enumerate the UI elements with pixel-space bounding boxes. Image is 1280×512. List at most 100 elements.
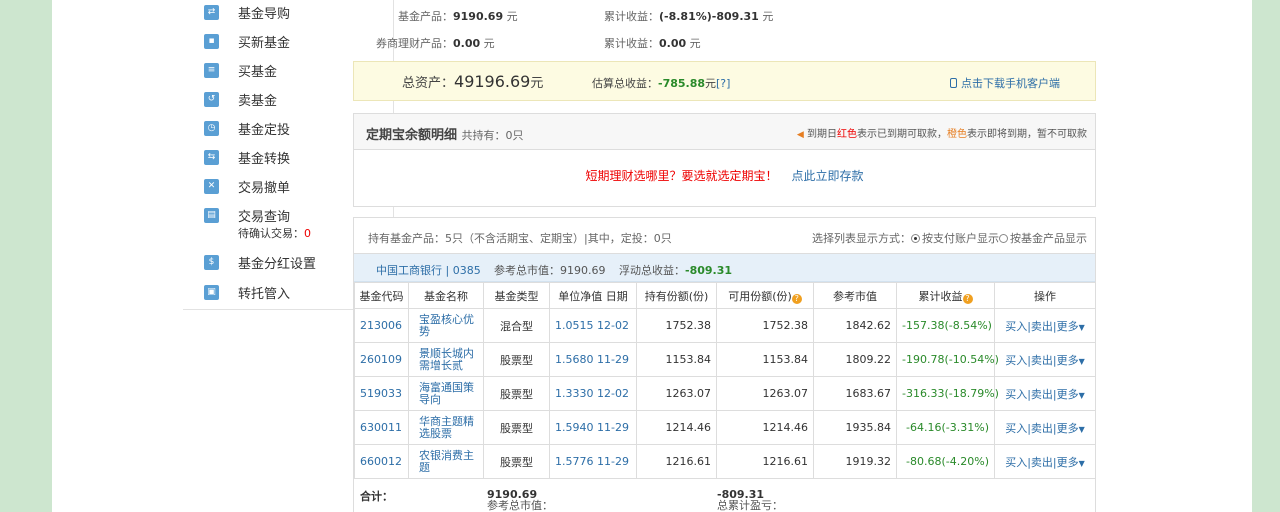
dingqibao-panel: 定期宝余额明细 共持有：0只 ◀ 到期日红色表示已到期可取款，橙色表示即将到期，… [353,113,1096,207]
help-icon[interactable]: ? [962,293,973,304]
available-shares: 1214.46 [716,410,814,445]
more-link[interactable]: 更多 [1057,354,1079,367]
buy-link[interactable]: 买入 [1005,354,1027,367]
sidebar-item-label: 交易撤单 [238,181,291,196]
sidebar-item-new-fund[interactable]: ▪ 买新基金 [183,29,394,57]
sell-link[interactable]: 卖出 [1031,422,1053,435]
footer-mkt-label: 参考总市值： [487,499,553,512]
available-shares: 1153.84 [716,342,814,377]
fund-code-link[interactable]: 519033 [354,376,409,411]
dingqibao-held-label: 共持有： [461,129,506,142]
fund-name-link[interactable]: 华商主题精选股票 [408,410,484,445]
broker-cumulative-summary: 累计收益：0.00 元 [604,35,701,51]
fund-code-link[interactable]: 630011 [354,410,409,445]
fund-name-link[interactable]: 农银消费主题 [408,444,484,479]
sidebar-item-label: 基金转换 [238,152,291,167]
table-row: 630011 华商主题精选股票 股票型 1.5940 11-29 1214.46 1214… [354,410,1096,445]
total-assets-box: 总资产：49196.69元 估算总收益：-785.88元[?] 点击下载手机客户… [353,61,1096,101]
cumulative-return: -64.16(-3.31%) [896,410,995,445]
cumulative-return: -80.68(-4.20%) [896,444,995,479]
account-float-return: 浮动总收益：-809.31 [619,262,732,278]
col-operations: 操作 [994,282,1096,309]
view-mode-label: 选择列表显示方式： [812,232,911,245]
nav-value: 1.5776 [555,455,594,468]
account-mkt-label: 参考总市值： [494,264,560,277]
account-bar: 中国工商银行 | 0385 参考总市值：9190.69 浮动总收益：-809.3… [354,254,1095,282]
fund-type: 混合型 [483,308,550,343]
more-link[interactable]: 更多 [1057,320,1079,333]
trade-query-icon: ▤ [204,208,219,223]
buy-link[interactable]: 买入 [1005,456,1027,469]
sell-link[interactable]: 卖出 [1031,320,1053,333]
held-shares: 1752.38 [636,308,717,343]
legend-red: 红色 [837,129,857,140]
fund-name-link[interactable]: 海富通国策导向 [408,376,484,411]
pending-label: 待确认交易： [238,227,304,240]
more-link[interactable]: 更多 [1057,456,1079,469]
footer-total-text: 合计： [360,490,393,503]
col-cumulative-label: 累计收益 [918,289,963,303]
dropdown-arrow-icon[interactable]: ▼ [1079,391,1085,400]
fund-type: 股票型 [483,342,550,377]
holdings-panel: 持有基金产品：5只（不含活期宝、定期宝）|其中，定投：0只 选择列表显示方式： 按… [353,217,1096,512]
sell-link[interactable]: 卖出 [1031,354,1053,367]
more-link[interactable]: 更多 [1057,388,1079,401]
page-container: ⇄ 基金导购 ▪ 买新基金 ≡ 买基金 ↺ 卖基金 ◷ 基金定投 ⇆ 基金转换 … [52,0,1252,512]
fund-name-link[interactable]: 景顺长城内需增长贰 [408,342,484,377]
sell-link[interactable]: 卖出 [1031,388,1053,401]
fund-name-link[interactable]: 宝盈核心优势 [408,308,484,343]
dingqibao-title: 定期宝余额明细 共持有：0只 [366,124,524,143]
buy-link[interactable]: 买入 [1005,388,1027,401]
holdings-dt-count: 0只 [653,232,672,245]
sidebar-item-label: 基金分红设置 [238,257,317,272]
sidebar-item-label: 基金导购 [238,7,291,22]
pending-count: 0 [304,227,311,240]
nav-cell: 1.5940 11-29 [549,410,637,445]
holdings-info-rest: （不含活期宝、定期宝）|其中，定投： [463,232,654,245]
dropdown-arrow-icon[interactable]: ▼ [1079,459,1085,468]
deposit-now-link[interactable]: 点此立即存款 [792,169,864,183]
bank-account-link[interactable]: 中国工商银行 | 0385 [376,262,481,278]
market-value: 1842.62 [813,308,897,343]
help-link[interactable]: [?] [716,77,730,90]
fund-product-unit: 元 [506,10,518,23]
account-float-label: 浮动总收益： [619,264,685,277]
help-icon[interactable]: ? [791,293,802,304]
nav-value: 1.5680 [555,353,594,366]
dingqibao-header: 定期宝余额明细 共持有：0只 ◀ 到期日红色表示已到期可取款，橙色表示即将到期，… [354,114,1095,150]
buy-link[interactable]: 买入 [1005,422,1027,435]
pending-trades[interactable]: 待确认交易：0 [238,225,311,241]
held-shares: 1153.84 [636,342,717,377]
fund-type: 股票型 [483,376,550,411]
view-by-product-option[interactable]: 按基金产品显示 [999,232,1087,245]
download-app-link[interactable]: 点击下载手机客户端 [950,75,1060,91]
available-shares: 1752.38 [716,308,814,343]
total-assets-label: 总资产： [402,76,455,91]
nav-date: 12-02 [597,387,629,400]
market-value: 1919.32 [813,444,897,479]
buy-link[interactable]: 买入 [1005,320,1027,333]
dropdown-arrow-icon[interactable]: ▼ [1079,357,1085,366]
broker-cum-label: 累计收益： [604,37,659,50]
dropdown-arrow-icon[interactable]: ▼ [1079,425,1085,434]
held-shares: 1214.46 [636,410,717,445]
fund-code-link[interactable]: 213006 [354,308,409,343]
market-value: 1683.67 [813,376,897,411]
col-held-shares: 持有份额(份) [636,282,717,309]
broker-product-summary: 券商理财产品：0.00 元 [376,35,495,51]
view-by-account-option[interactable]: 按支付账户显示 [911,232,999,245]
fund-code-link[interactable]: 660012 [354,444,409,479]
col-available-shares: 可用份额(份)? [716,282,814,309]
cumulative-return: -316.33(-18.79%) [896,376,999,411]
sell-link[interactable]: 卖出 [1031,456,1053,469]
view-by-product-label: 按基金产品显示 [1010,232,1087,245]
sell-fund-icon: ↺ [204,92,219,107]
radio-unselected-icon[interactable] [999,234,1008,243]
sidebar-item-fund-guide[interactable]: ⇄ 基金导购 [183,0,394,28]
holdings-table: 基金代码 基金名称 基金类型 单位净值 日期 持有份额(份) 可用份额(份)? … [354,282,1096,479]
col-fund-type: 基金类型 [483,282,550,309]
radio-selected-icon[interactable] [911,234,920,243]
fund-code-link[interactable]: 260109 [354,342,409,377]
more-link[interactable]: 更多 [1057,422,1079,435]
dropdown-arrow-icon[interactable]: ▼ [1079,323,1085,332]
